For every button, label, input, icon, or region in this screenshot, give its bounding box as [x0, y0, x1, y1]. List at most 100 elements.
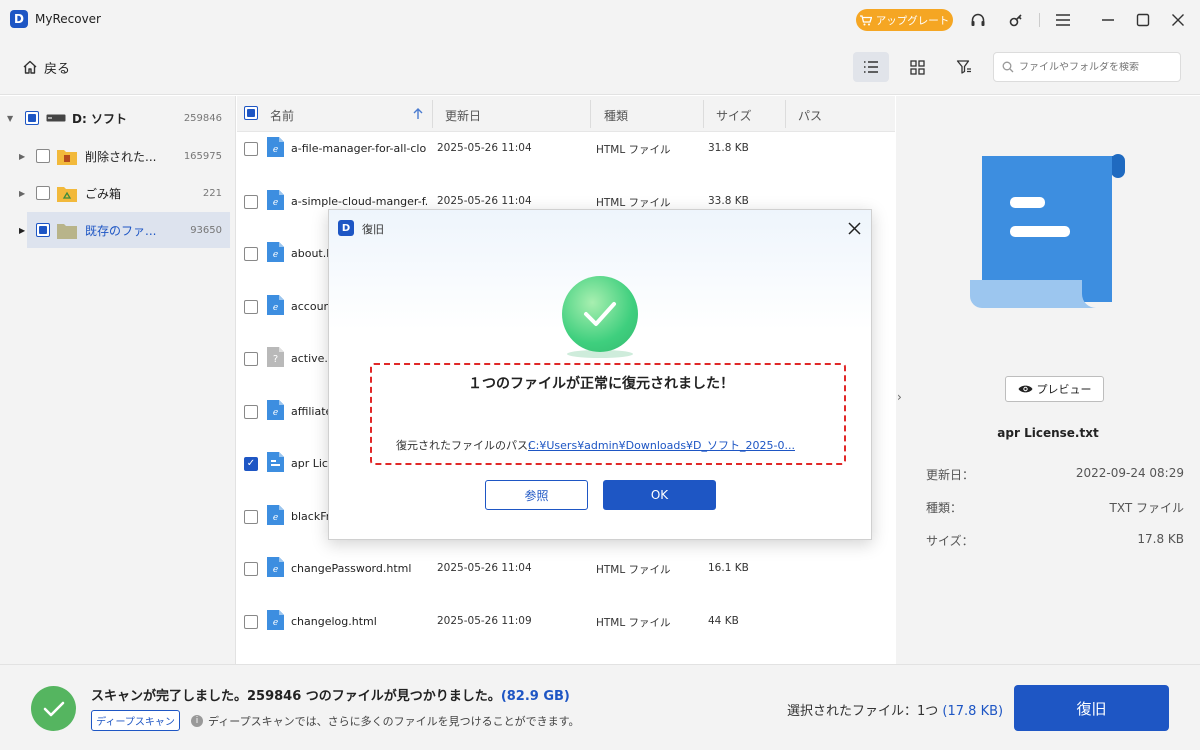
expand-right-icon[interactable]: ▶ [19, 189, 25, 198]
row-checkbox[interactable] [244, 299, 258, 314]
deep-scan-info-text: ディープスキャンでは、さらに多くのファイルを見つけることができます。 [208, 715, 580, 728]
sort-ascending-icon[interactable] [413, 108, 423, 120]
minimize-icon[interactable] [1097, 9, 1119, 31]
deep-scan-button[interactable]: ディープスキャン [91, 710, 180, 731]
tree-item-deleted[interactable]: ▶ 削除された... 165975 [0, 138, 236, 174]
filter-icon[interactable] [946, 52, 982, 82]
home-icon [23, 60, 37, 74]
column-size[interactable]: サイズ [716, 107, 752, 124]
support-headset-icon[interactable] [967, 9, 989, 31]
column-name[interactable]: 名前 [270, 107, 294, 124]
file-date: 2025-05-26 11:04 [437, 142, 532, 154]
selected-files-label: 選択されたファイル：1つ [787, 704, 939, 719]
search-input[interactable] [1019, 61, 1169, 73]
expand-right-icon[interactable]: ▶ [19, 152, 25, 161]
html-file-icon: e [267, 189, 284, 210]
dialog-logo-icon: D [338, 220, 354, 236]
row-checkbox[interactable] [244, 614, 258, 629]
row-checkbox[interactable] [244, 562, 258, 576]
row-checkbox[interactable] [244, 247, 258, 261]
dialog-title: 復旧 [362, 223, 384, 236]
detail-label-modified: 更新日： [926, 468, 975, 482]
row-checkbox[interactable] [244, 509, 258, 524]
file-size: 44 KB [708, 614, 739, 627]
back-button[interactable]: 戻る [22, 55, 70, 79]
expand-down-icon[interactable]: ▼ [7, 114, 13, 123]
svg-text:e: e [273, 565, 278, 575]
browse-button[interactable]: 参照 [485, 480, 588, 510]
scan-message-text: スキャンが完了しました。259846 つのファイルが見つかりました。 [91, 689, 501, 704]
upgrade-label: アップグレート [875, 14, 950, 27]
tree-item-count: 221 [202, 187, 222, 199]
tree-checkbox[interactable] [25, 111, 39, 125]
maximize-icon[interactable] [1132, 9, 1154, 31]
ok-button[interactable]: OK [603, 480, 716, 510]
tree-checkbox[interactable] [36, 223, 50, 237]
detail-value-type: TXT ファイル [1109, 501, 1185, 515]
row-checkbox[interactable] [244, 404, 258, 419]
file-size: 16.1 KB [708, 562, 749, 574]
txt-file-icon [267, 452, 284, 472]
html-file-icon: e [267, 557, 284, 577]
svg-text:e: e [273, 513, 278, 523]
menu-icon[interactable] [1052, 9, 1074, 31]
file-type: HTML ファイル [596, 616, 671, 629]
tree-item-label: ごみ箱 [85, 186, 122, 201]
scan-complete-check-icon [31, 686, 76, 731]
column-type[interactable]: 種類 [604, 107, 628, 124]
list-header: 名前 更新日 種類 サイズ パス [237, 96, 895, 132]
file-type: HTML ファイル [596, 564, 671, 576]
upgrade-button[interactable]: アップグレート [856, 9, 953, 31]
svg-text:e: e [273, 198, 278, 208]
tree-item-drive[interactable]: ▼ D: ソフト 259846 [0, 100, 236, 136]
recycle-bin-folder-icon [57, 186, 77, 202]
expand-right-icon[interactable]: ▶ [19, 226, 25, 235]
html-file-icon: e [267, 399, 284, 420]
key-icon[interactable] [1005, 9, 1027, 31]
grid-view-icon[interactable] [899, 52, 935, 82]
table-row[interactable]: e a-file-manager-for-all-clo... 2025-05-26… [237, 132, 895, 184]
column-path[interactable]: パス [798, 107, 822, 124]
preview-file-name: apr License.txt [997, 426, 1099, 440]
tree-item-label: D: ソフト [72, 111, 127, 126]
table-row[interactable]: e changelog.html 2025-05-26 11:09 HTML ファイル… [237, 605, 895, 657]
info-icon: i [191, 715, 203, 727]
search-icon [1002, 61, 1014, 73]
tree-item-recycle-bin[interactable]: ▶ ごみ箱 221 [0, 175, 236, 211]
recover-button[interactable]: 復旧 [1014, 685, 1169, 731]
tree-item-count: 165975 [183, 150, 222, 162]
tree-item-existing[interactable]: ▶ 既存のファ... 93650 [19, 212, 230, 248]
text-document-icon [970, 154, 1125, 308]
detail-label-size: サイズ： [926, 534, 974, 548]
column-date[interactable]: 更新日 [445, 107, 481, 124]
search-box[interactable] [993, 52, 1181, 82]
file-type: HTML ファイル [596, 196, 671, 209]
toolbar: 戻る [0, 40, 1200, 95]
preview-button[interactable]: プレビュー [1005, 376, 1104, 402]
close-window-icon[interactable] [1167, 9, 1189, 31]
tree-checkbox[interactable] [36, 149, 50, 163]
list-view-icon[interactable] [853, 52, 889, 82]
tree-checkbox[interactable] [36, 186, 50, 200]
select-all-checkbox[interactable] [244, 106, 258, 120]
column-divider [703, 100, 704, 128]
recovery-complete-dialog: D 復旧 １つのファイルが正常に復元されました！ 復元されたファイルのパス: C… [328, 209, 872, 540]
tree-item-label: 既存のファ... [85, 223, 157, 238]
drive-icon [46, 114, 66, 122]
html-file-icon: e [267, 242, 284, 262]
deep-scan-info: i ディープスキャンでは、さらに多くのファイルを見つけることができます。 [191, 713, 579, 729]
detail-value-size: 17.8 KB [1137, 532, 1184, 546]
file-size: 33.8 KB [708, 194, 749, 207]
html-file-icon: e [267, 504, 284, 525]
row-checkbox[interactable] [244, 194, 258, 209]
svg-text:e: e [273, 145, 278, 155]
recovered-path-link[interactable]: C:¥Users¥admin¥Downloads¥D_ソフト_2025-0... [528, 437, 795, 453]
row-checkbox[interactable] [244, 352, 258, 366]
html-file-icon: e [267, 294, 284, 315]
table-row[interactable]: e changePassword.html 2025-05-26 11:04 HTML… [237, 552, 895, 604]
row-checkbox[interactable]: ✓ [244, 457, 258, 471]
row-checkbox[interactable] [244, 142, 258, 156]
collapse-panel-icon[interactable]: › [897, 390, 902, 404]
file-name: changePassword.html [291, 562, 412, 575]
dialog-close-icon[interactable] [844, 218, 864, 238]
